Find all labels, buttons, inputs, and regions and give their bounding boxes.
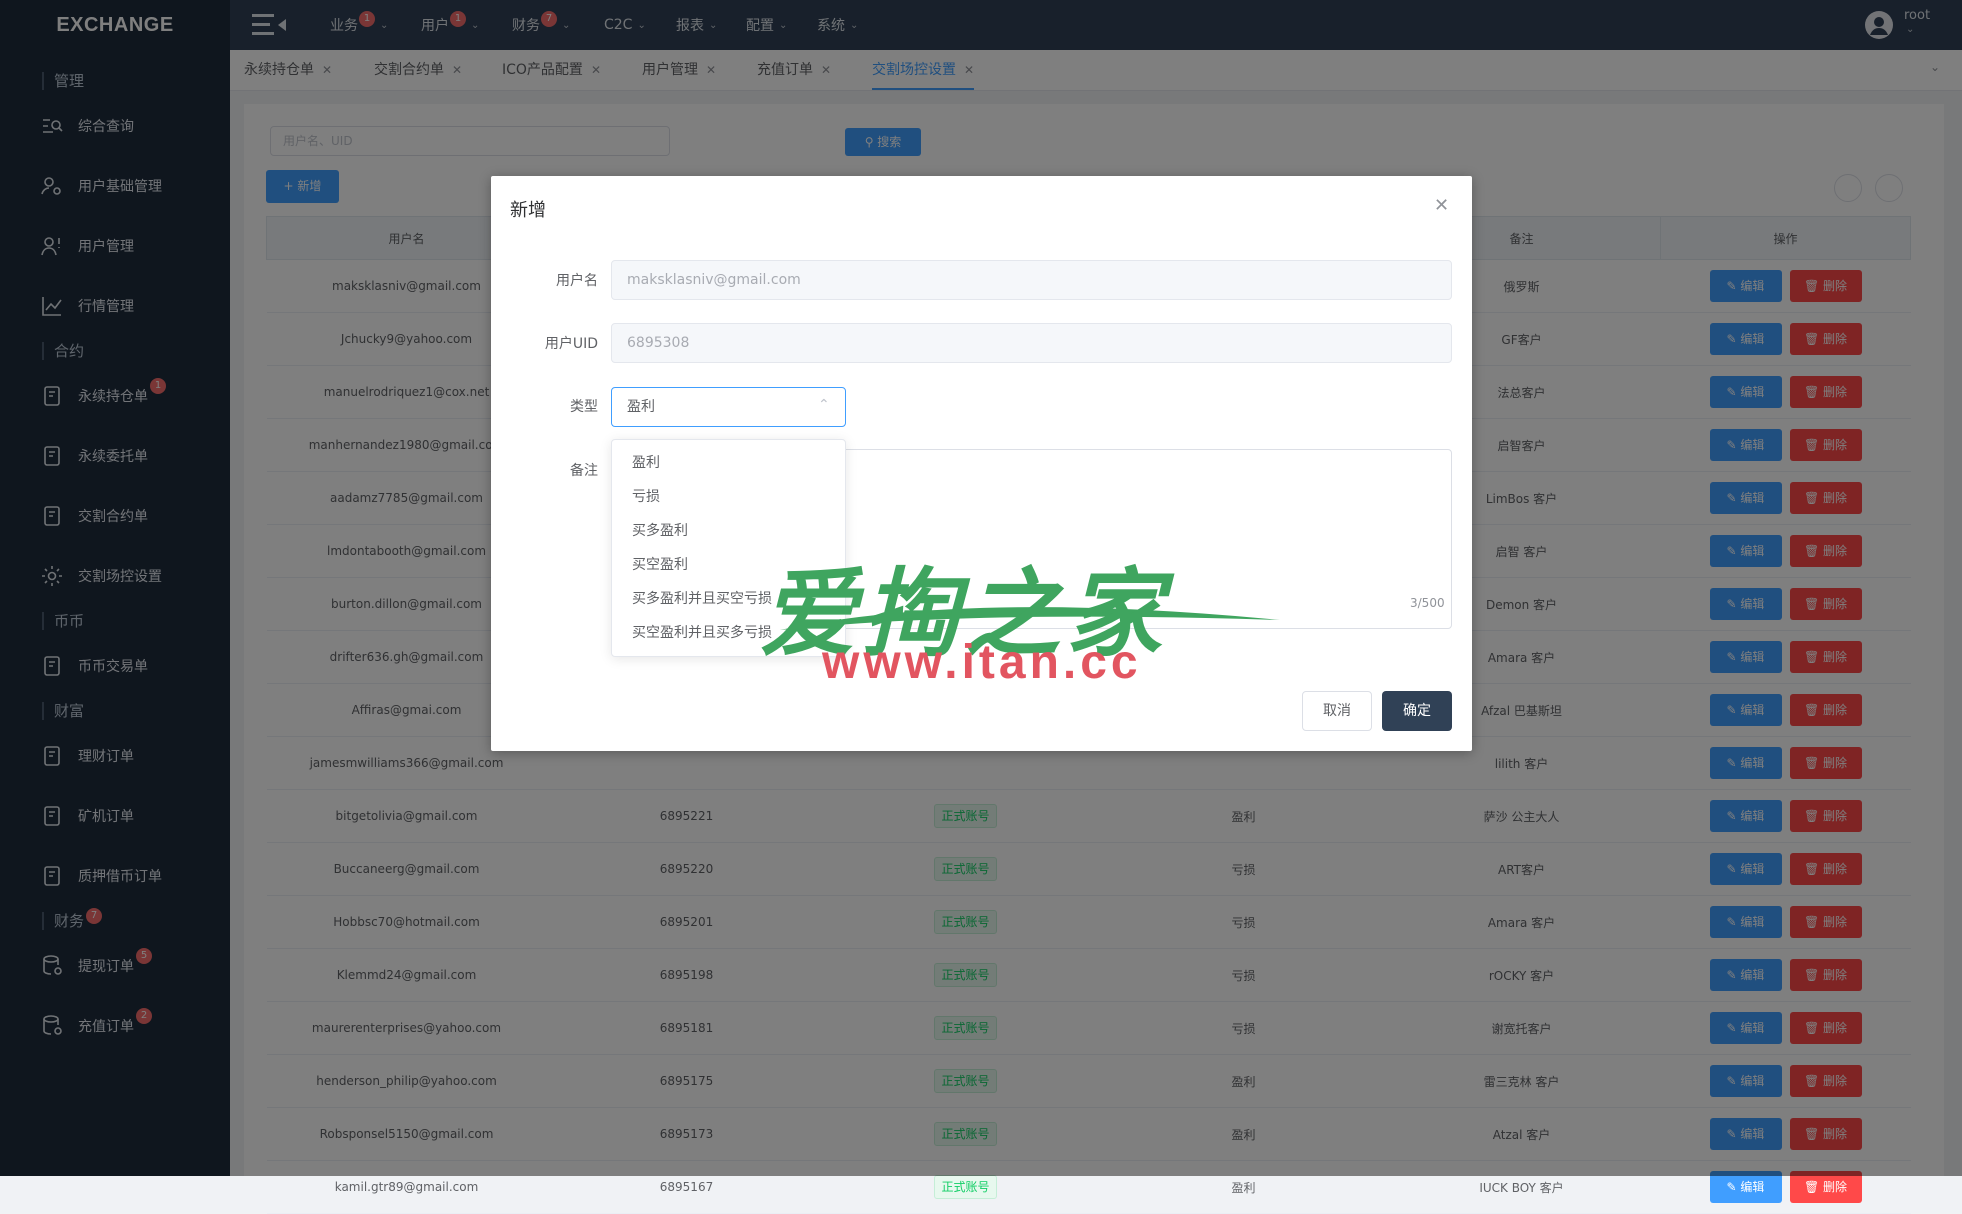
edit-label: 编辑 [1740,1180,1765,1194]
type-option[interactable]: 亏损 [612,480,845,514]
watermark-url: www.itan.cc [822,636,1142,689]
type-label: 类型 [570,399,598,415]
username-label: 用户名 [556,273,598,289]
username-text: kamil.gtr89@gmail.com [334,1180,479,1194]
uid-field[interactable]: 6895308 [611,323,1452,363]
char-counter: 3/500 [1410,596,1445,610]
type-option[interactable]: 盈利 [612,446,845,480]
chevron-up-icon: ⌃ [818,397,830,413]
remark-label: 备注 [570,463,598,479]
close-icon[interactable]: ✕ [1434,195,1449,216]
delete-label: 删除 [1823,1180,1848,1194]
remark-text: IUCK BOY 客户 [1479,1180,1564,1195]
uid-label: 用户UID [544,336,598,352]
edit-icon: ✎ [1726,1180,1741,1194]
confirm-button[interactable]: 确定 [1382,691,1452,731]
cancel-button[interactable]: 取消 [1302,691,1372,731]
username-field[interactable]: maksklasniv@gmail.com [611,260,1452,300]
status-badge: 正式账号 [934,1175,997,1199]
uid-text: 6895167 [659,1180,714,1194]
dialog-title: 新增 [510,200,546,221]
type-select[interactable]: 盈利 [611,387,846,427]
type-text: 盈利 [1231,1180,1256,1195]
trash-icon: 🗑 [1803,1180,1824,1194]
